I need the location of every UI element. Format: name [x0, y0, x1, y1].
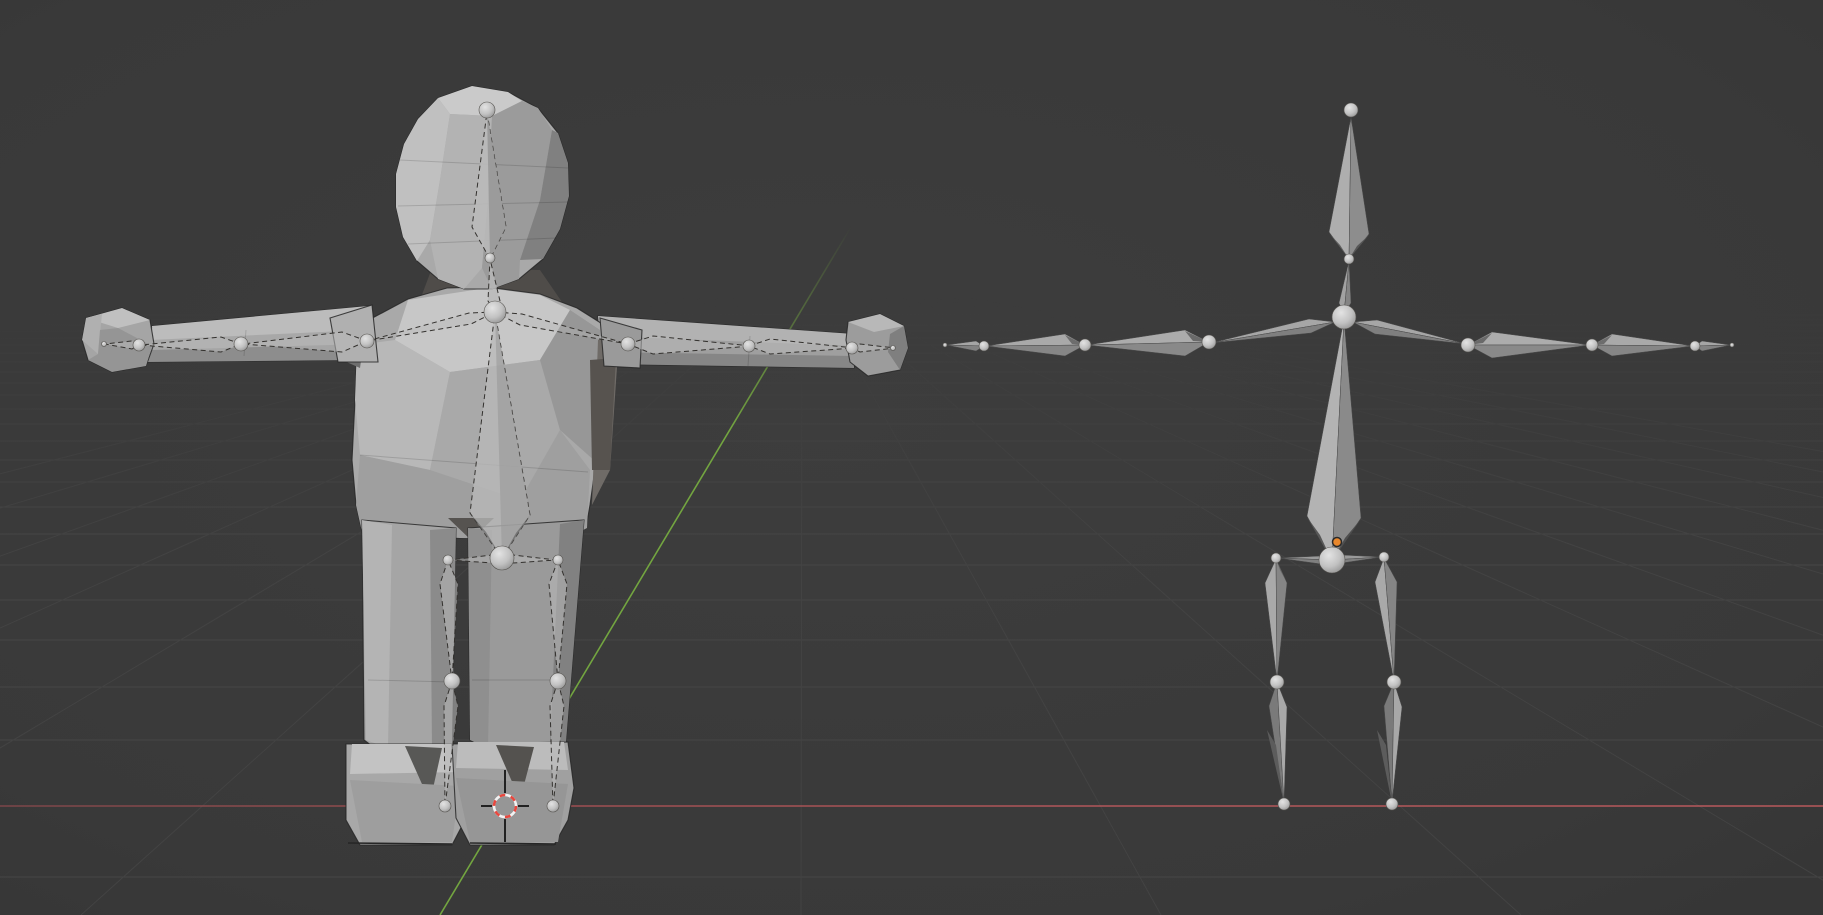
char-shoulder-l-joint[interactable]: [360, 334, 374, 348]
char-hand-tip-l-joint[interactable]: [102, 342, 107, 347]
skel-knee-r-joint[interactable]: [1387, 675, 1401, 689]
skel-shoulder-r-joint[interactable]: [1461, 338, 1475, 352]
skel-ankle-r-joint[interactable]: [1386, 798, 1398, 810]
skel-head-top-joint[interactable]: [1344, 103, 1358, 117]
skel-hip-joint[interactable]: [1319, 547, 1345, 573]
char-ankle-r-joint[interactable]: [547, 800, 559, 812]
3d-viewport[interactable]: [0, 0, 1823, 915]
char-hip-joint[interactable]: [490, 546, 514, 570]
char-hand-r-joint[interactable]: [846, 342, 858, 354]
skel-elbow-l-joint[interactable]: [1079, 339, 1091, 351]
object-origin-marker[interactable]: [1333, 538, 1342, 547]
skel-shoulder-l-joint[interactable]: [1202, 335, 1216, 349]
char-hip-side-r-joint[interactable]: [553, 555, 563, 565]
skel-hip-side-r-joint[interactable]: [1379, 552, 1389, 562]
skel-wrist-r-joint[interactable]: [1690, 341, 1700, 351]
char-chest-joint[interactable]: [484, 301, 506, 323]
char-knee-l-joint[interactable]: [444, 673, 460, 689]
skel-neck-joint[interactable]: [1344, 254, 1354, 264]
char-neck-joint[interactable]: [485, 253, 495, 263]
skel-hip-side-l-joint[interactable]: [1271, 553, 1281, 563]
char-elbow-l-joint[interactable]: [234, 337, 248, 351]
origin-dot-icon: [1333, 538, 1342, 547]
skel-hand-tip-r-joint[interactable]: [1730, 343, 1734, 347]
skel-wrist-l-joint[interactable]: [979, 341, 989, 351]
skel-elbow-r-joint[interactable]: [1586, 339, 1598, 351]
skel-hand-tip-l-joint[interactable]: [943, 343, 947, 347]
char-knee-r-joint[interactable]: [550, 673, 566, 689]
char-hand-tip-r-joint[interactable]: [891, 346, 896, 351]
char-hip-side-l-joint[interactable]: [443, 555, 453, 565]
char-ankle-l-joint[interactable]: [439, 800, 451, 812]
char-shoulder-r-joint[interactable]: [621, 337, 635, 351]
char-head-top-joint[interactable]: [479, 102, 495, 118]
char-wrist-l-joint[interactable]: [133, 339, 145, 351]
skel-chest-joint[interactable]: [1332, 305, 1356, 329]
skel-knee-l-joint[interactable]: [1270, 675, 1284, 689]
skel-ankle-l-joint[interactable]: [1278, 798, 1290, 810]
char-wrist-r-joint[interactable]: [743, 340, 755, 352]
